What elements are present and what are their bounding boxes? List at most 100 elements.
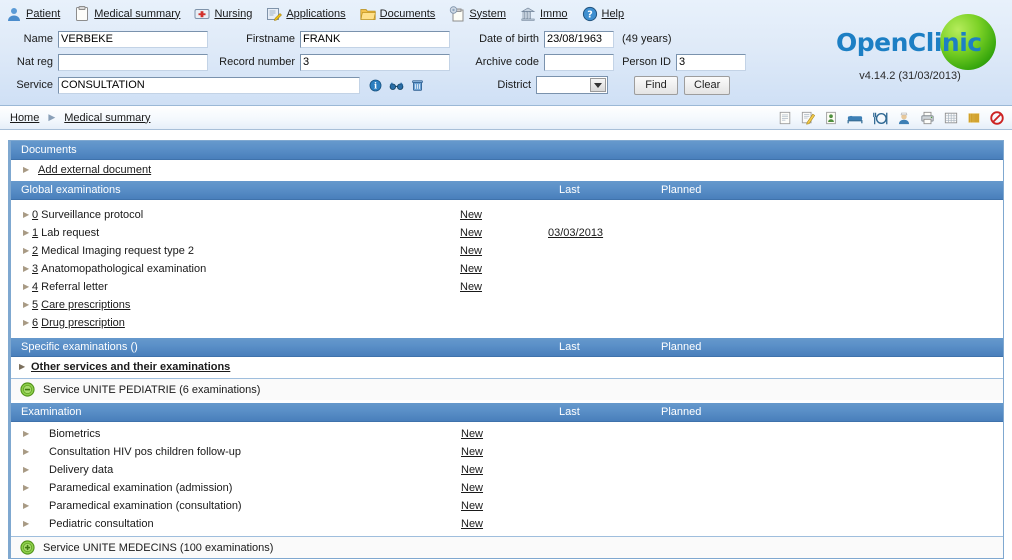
meal-icon[interactable]	[872, 111, 888, 126]
new-link[interactable]: New	[460, 245, 482, 257]
new-link[interactable]: New	[461, 446, 483, 458]
new-link[interactable]: New	[461, 464, 483, 476]
nav-item-documents-label: Documents	[379, 7, 436, 20]
archive-code-input[interactable]	[544, 53, 614, 71]
table-row[interactable]: ▶ Delivery data New	[11, 461, 1003, 479]
new-link[interactable]: New	[460, 263, 482, 275]
table-row[interactable]: ▶ Biometrics New	[11, 425, 1003, 443]
new-link[interactable]: New	[460, 227, 482, 239]
nav-item-help-label: Help	[601, 7, 625, 20]
firstname-label: Firstname	[246, 33, 295, 45]
edit-note-icon[interactable]	[801, 111, 815, 125]
other-services-row[interactable]: ▶ Other services and their examinations	[11, 357, 1003, 378]
nav-item-patient[interactable]: Patient	[6, 6, 60, 22]
service-unite-medecins-row[interactable]: Service UNITE MEDECINS (100 examinations…	[11, 536, 1003, 558]
natreg-label: Nat reg	[16, 56, 53, 68]
new-link[interactable]: New	[461, 500, 483, 512]
nav-item-patient-label: Patient	[26, 7, 61, 20]
table-row[interactable]: ▶ 3 Anatomopathological examination New	[11, 260, 1003, 278]
id-card-icon[interactable]	[824, 111, 838, 125]
row-label[interactable]: Drug prescription	[38, 317, 125, 329]
nurse-icon[interactable]	[897, 111, 911, 125]
service-input[interactable]	[58, 76, 360, 94]
firstname-input[interactable]	[300, 30, 450, 48]
examination-col-last: Last	[559, 406, 580, 418]
nav-item-documents[interactable]: Documents	[360, 6, 436, 22]
table-row[interactable]: ▶ Pediatric consultation New	[11, 515, 1003, 533]
service-label: Service	[16, 79, 53, 91]
age-note: (49 years)	[622, 33, 672, 45]
plus-circle-icon[interactable]	[20, 540, 35, 555]
barcode-icon[interactable]	[967, 111, 981, 125]
row-label: Medical Imaging request type 2	[41, 245, 194, 257]
new-link[interactable]: New	[461, 482, 483, 494]
nav-item-immo[interactable]: Immo	[520, 6, 568, 22]
triangle-right-icon: ▶	[23, 282, 30, 291]
global-col-planned: Planned	[661, 184, 702, 196]
new-link[interactable]: New	[461, 428, 483, 440]
nav-item-medical-summary[interactable]: Medical summary	[74, 5, 180, 22]
printer-icon[interactable]	[920, 111, 935, 125]
new-link[interactable]: New	[461, 518, 483, 530]
nav-item-system[interactable]: System	[449, 5, 506, 22]
dob-label: Date of birth	[479, 33, 539, 45]
row-label[interactable]: Care prescriptions	[38, 299, 130, 311]
triangle-right-icon: ▶	[23, 264, 30, 273]
table-row[interactable]: ▶ Paramedical examination (consultation)…	[11, 497, 1003, 515]
record-number-input[interactable]	[300, 53, 450, 71]
new-link[interactable]: New	[460, 281, 482, 293]
forbidden-icon[interactable]	[990, 111, 1004, 125]
triangle-right-icon: ▶	[23, 165, 30, 174]
table-row[interactable]: ▶ 0 Surveillance protocol New	[11, 206, 1003, 224]
row-label: Delivery data	[49, 464, 114, 476]
breadcrumb-bar: Home ▶ Medical summary	[0, 106, 1012, 130]
person-id-input[interactable]	[676, 53, 746, 71]
dob-input[interactable]	[544, 30, 614, 48]
other-services-link[interactable]: Other services and their examinations	[28, 361, 230, 373]
info-icon[interactable]: i	[369, 79, 382, 92]
nav-item-help[interactable]: ? Help	[582, 6, 625, 22]
examination-col-planned: Planned	[661, 406, 702, 418]
table-row[interactable]: ▶ 6 Drug prescription	[11, 314, 1003, 332]
glasses-icon[interactable]	[389, 79, 404, 92]
svg-text:?: ?	[587, 9, 593, 20]
new-link[interactable]: New	[460, 209, 482, 221]
breadcrumb-medical-summary[interactable]: Medical summary	[64, 112, 150, 124]
name-input[interactable]	[58, 30, 208, 48]
clear-button[interactable]: Clear	[684, 75, 731, 95]
last-date[interactable]: 03/03/2013	[548, 227, 603, 239]
service-unite-pediatrie-row[interactable]: Service UNITE PEDIATRIE (6 examinations)	[11, 378, 1003, 400]
nav-item-applications-label: Applications	[286, 7, 346, 20]
person-id-label: Person ID	[622, 56, 671, 68]
nav-item-applications[interactable]: Applications	[266, 6, 346, 22]
chevron-down-icon[interactable]	[590, 78, 606, 92]
nav-item-system-label: System	[469, 7, 506, 20]
global-examinations-title: Global examinations	[21, 184, 121, 196]
table-row[interactable]: ▶ Consultation HIV pos children follow-u…	[11, 443, 1003, 461]
add-external-document-row[interactable]: ▶ Add external document	[11, 160, 1003, 181]
documents-panel-title: Documents	[11, 141, 1003, 160]
triangle-right-icon: ▶	[23, 210, 30, 219]
svg-text:i: i	[374, 80, 377, 90]
document-icon[interactable]	[778, 111, 792, 125]
breadcrumb-separator-icon: ▶	[48, 112, 56, 122]
trash-icon[interactable]	[411, 79, 424, 92]
add-external-document-link[interactable]: Add external document	[32, 164, 151, 176]
table-row[interactable]: ▶ 4 Referral letter New	[11, 278, 1003, 296]
triangle-right-icon: ▶	[23, 465, 30, 474]
natreg-input[interactable]	[58, 53, 208, 71]
top-header: Patient Medical summary Nursing Applicat…	[0, 0, 1012, 106]
minus-circle-icon[interactable]	[20, 382, 35, 397]
breadcrumb-home[interactable]: Home	[10, 112, 39, 124]
table-row[interactable]: ▶ 5 Care prescriptions	[11, 296, 1003, 314]
nav-item-immo-label: Immo	[540, 7, 568, 20]
grid-icon[interactable]	[944, 111, 958, 125]
table-row[interactable]: ▶ Paramedical examination (admission) Ne…	[11, 479, 1003, 497]
table-row[interactable]: ▶ 2 Medical Imaging request type 2 New	[11, 242, 1003, 260]
bed-icon[interactable]	[847, 112, 863, 125]
find-button[interactable]: Find	[634, 75, 678, 95]
openclinic-logo: OpenClinic v4.14.2 (31/03/2013)	[830, 14, 1000, 92]
table-row[interactable]: ▶ 1 Lab request New 03/03/2013	[11, 224, 1003, 242]
district-select[interactable]	[536, 76, 608, 94]
nav-item-nursing[interactable]: Nursing	[194, 6, 252, 22]
